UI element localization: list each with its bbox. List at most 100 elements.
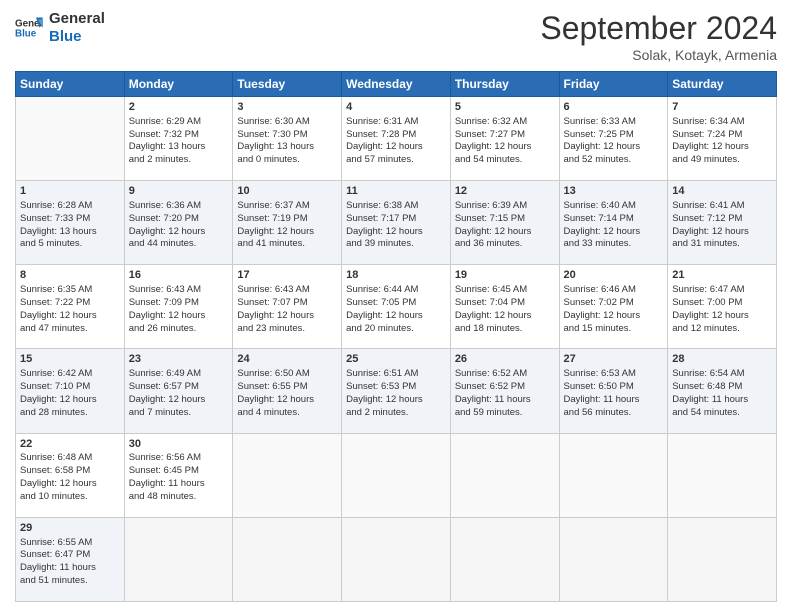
day-number: 9 [129,184,229,199]
day-number: 14 [672,184,772,199]
day-info: Sunrise: 6:35 AM [20,284,120,297]
calendar-cell: 29Sunrise: 6:55 AMSunset: 6:47 PMDayligh… [16,517,125,601]
col-saturday: Saturday [668,72,777,97]
day-info: and 51 minutes. [20,575,120,588]
day-info: Daylight: 11 hours [129,478,229,491]
day-info: Daylight: 12 hours [672,226,772,239]
calendar-cell: 20Sunrise: 6:46 AMSunset: 7:02 PMDayligh… [559,265,668,349]
day-info: Daylight: 12 hours [237,394,337,407]
day-number: 17 [237,268,337,283]
day-info: Sunset: 7:27 PM [455,129,555,142]
calendar-cell [342,517,451,601]
day-info: Sunset: 7:33 PM [20,213,120,226]
logo-icon: General Blue [15,14,43,42]
day-info: Sunrise: 6:30 AM [237,116,337,129]
calendar-cell: 24Sunrise: 6:50 AMSunset: 6:55 PMDayligh… [233,349,342,433]
header: General Blue General Blue September 2024… [15,10,777,63]
calendar-cell: 28Sunrise: 6:54 AMSunset: 6:48 PMDayligh… [668,349,777,433]
calendar-cell [124,517,233,601]
day-number: 13 [564,184,664,199]
day-info: and 59 minutes. [455,407,555,420]
day-info: Sunset: 7:15 PM [455,213,555,226]
day-info: Daylight: 12 hours [672,310,772,323]
calendar-cell: 19Sunrise: 6:45 AMSunset: 7:04 PMDayligh… [450,265,559,349]
day-info: and 28 minutes. [20,407,120,420]
day-number: 24 [237,352,337,367]
day-number: 10 [237,184,337,199]
day-number: 12 [455,184,555,199]
day-info: Sunrise: 6:32 AM [455,116,555,129]
day-info: Daylight: 12 hours [346,141,446,154]
calendar-cell: 23Sunrise: 6:49 AMSunset: 6:57 PMDayligh… [124,349,233,433]
day-info: and 12 minutes. [672,323,772,336]
calendar-header-row: Sunday Monday Tuesday Wednesday Thursday… [16,72,777,97]
calendar-cell: 30Sunrise: 6:56 AMSunset: 6:45 PMDayligh… [124,433,233,517]
day-info: Daylight: 11 hours [455,394,555,407]
day-info: Sunrise: 6:43 AM [129,284,229,297]
day-info: and 0 minutes. [237,154,337,167]
day-number: 26 [455,352,555,367]
calendar-cell: 21Sunrise: 6:47 AMSunset: 7:00 PMDayligh… [668,265,777,349]
day-info: Sunrise: 6:36 AM [129,200,229,213]
day-number: 18 [346,268,446,283]
day-info: Sunrise: 6:42 AM [20,368,120,381]
calendar-cell [342,433,451,517]
calendar-cell [559,433,668,517]
day-info: Sunset: 7:17 PM [346,213,446,226]
day-info: Sunrise: 6:56 AM [129,452,229,465]
day-info: Sunrise: 6:49 AM [129,368,229,381]
day-info: Sunrise: 6:28 AM [20,200,120,213]
day-info: Daylight: 12 hours [129,394,229,407]
calendar-cell: 1Sunrise: 6:28 AMSunset: 7:33 PMDaylight… [16,181,125,265]
day-info: Daylight: 13 hours [129,141,229,154]
day-number: 7 [672,100,772,115]
day-info: Sunset: 7:24 PM [672,129,772,142]
col-monday: Monday [124,72,233,97]
day-info: Sunrise: 6:43 AM [237,284,337,297]
calendar-cell: 10Sunrise: 6:37 AMSunset: 7:19 PMDayligh… [233,181,342,265]
day-info: Sunset: 7:10 PM [20,381,120,394]
day-info: Sunrise: 6:37 AM [237,200,337,213]
day-info: and 18 minutes. [455,323,555,336]
day-info: and 10 minutes. [20,491,120,504]
calendar-cell: 5Sunrise: 6:32 AMSunset: 7:27 PMDaylight… [450,97,559,181]
calendar-week-row: 1Sunrise: 6:28 AMSunset: 7:33 PMDaylight… [16,181,777,265]
day-info: and 54 minutes. [672,407,772,420]
day-info: and 4 minutes. [237,407,337,420]
day-info: Daylight: 12 hours [455,226,555,239]
calendar-cell: 13Sunrise: 6:40 AMSunset: 7:14 PMDayligh… [559,181,668,265]
day-info: Sunset: 6:52 PM [455,381,555,394]
day-info: Sunrise: 6:45 AM [455,284,555,297]
col-tuesday: Tuesday [233,72,342,97]
logo-line2: Blue [49,28,105,46]
calendar-table: Sunday Monday Tuesday Wednesday Thursday… [15,71,777,602]
calendar-cell [668,433,777,517]
day-info: Sunset: 7:28 PM [346,129,446,142]
calendar-cell [16,97,125,181]
day-info: Daylight: 12 hours [129,226,229,239]
day-info: and 36 minutes. [455,238,555,251]
day-info: Daylight: 12 hours [564,226,664,239]
day-info: Sunrise: 6:40 AM [564,200,664,213]
day-info: Daylight: 11 hours [564,394,664,407]
day-info: Sunrise: 6:54 AM [672,368,772,381]
day-info: Sunset: 7:22 PM [20,297,120,310]
calendar-cell: 27Sunrise: 6:53 AMSunset: 6:50 PMDayligh… [559,349,668,433]
col-sunday: Sunday [16,72,125,97]
day-number: 29 [20,521,120,536]
calendar-cell [233,517,342,601]
calendar-cell: 2Sunrise: 6:29 AMSunset: 7:32 PMDaylight… [124,97,233,181]
day-info: Sunset: 7:14 PM [564,213,664,226]
day-number: 2 [129,100,229,115]
day-number: 20 [564,268,664,283]
day-info: Daylight: 13 hours [20,226,120,239]
day-info: Sunrise: 6:31 AM [346,116,446,129]
day-info: and 57 minutes. [346,154,446,167]
day-info: Sunrise: 6:41 AM [672,200,772,213]
day-info: Sunrise: 6:53 AM [564,368,664,381]
day-info: and 15 minutes. [564,323,664,336]
day-info: Sunset: 6:45 PM [129,465,229,478]
day-number: 4 [346,100,446,115]
day-info: Sunset: 6:57 PM [129,381,229,394]
day-number: 5 [455,100,555,115]
